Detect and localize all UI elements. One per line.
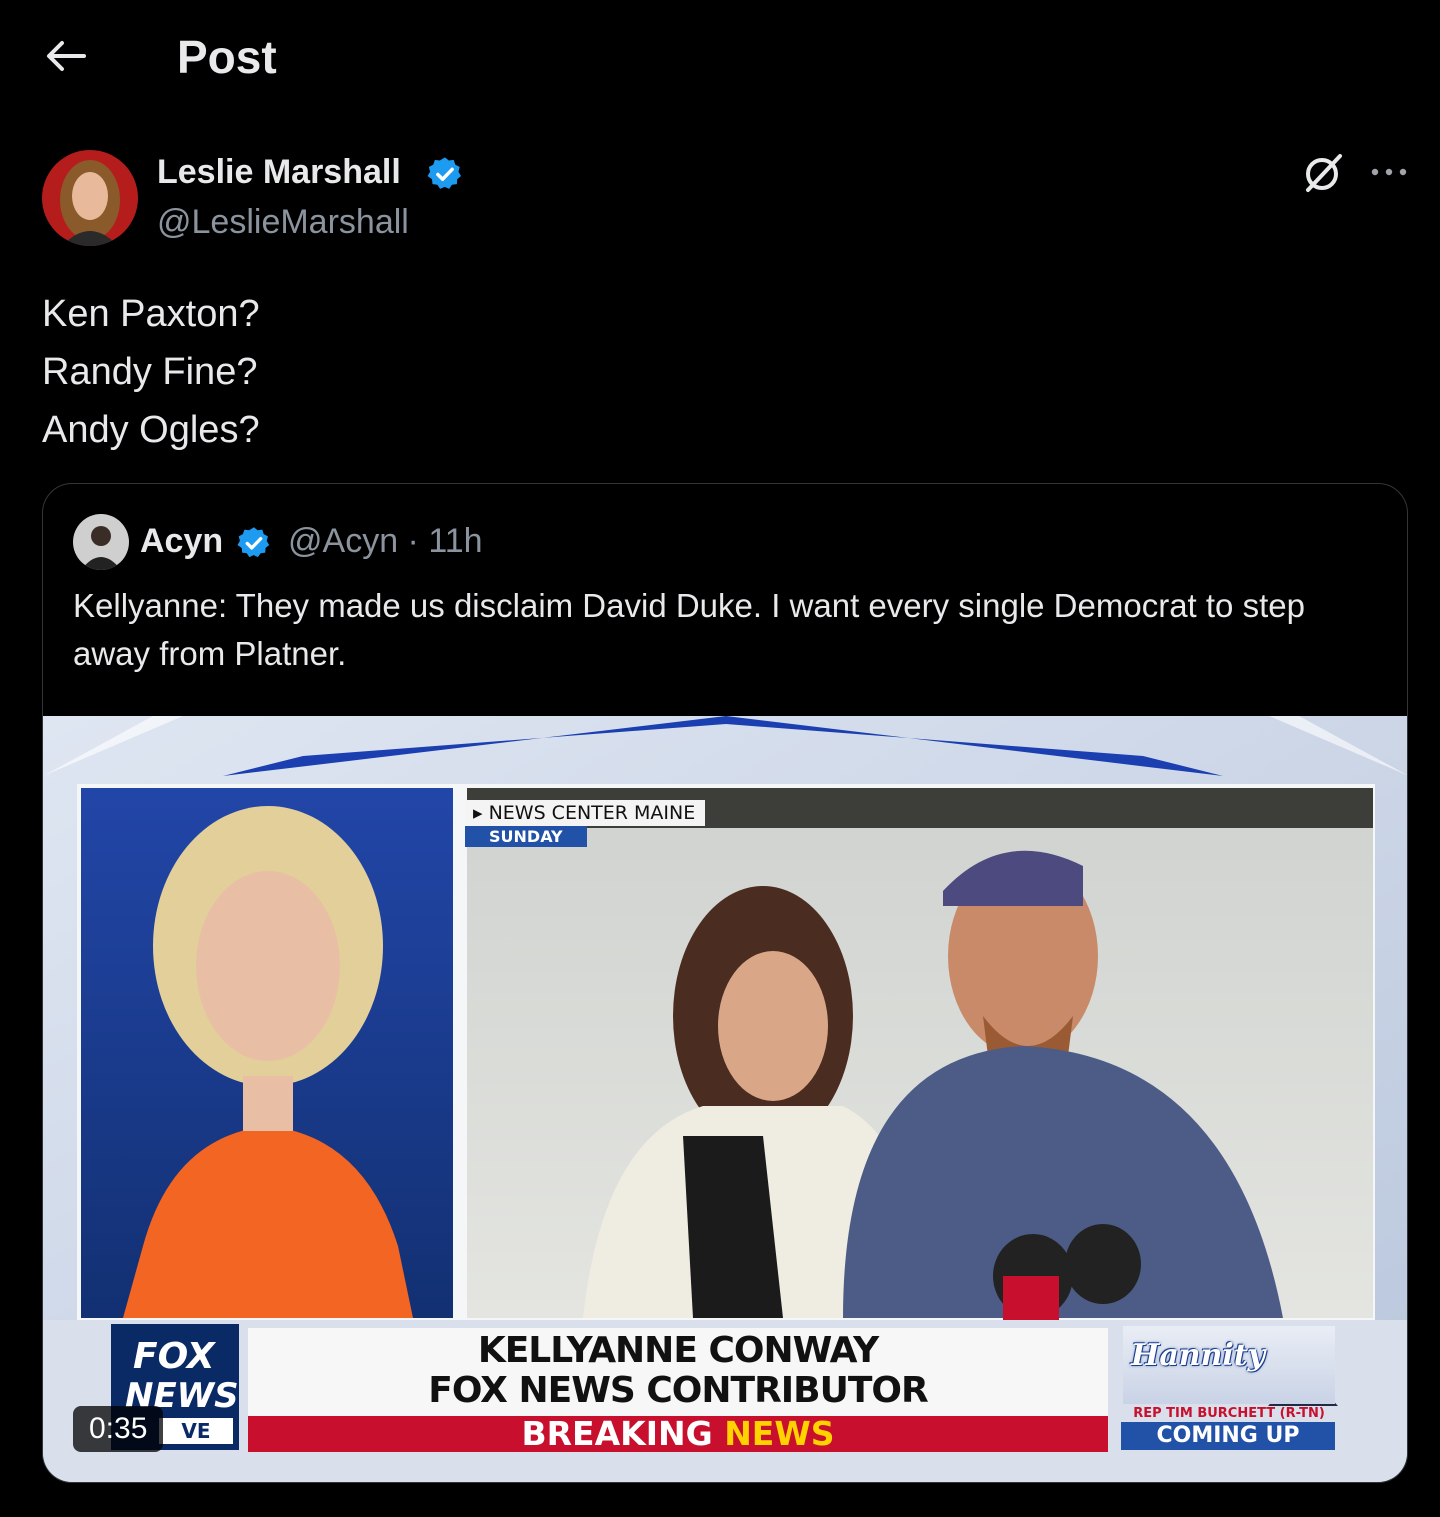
video-player[interactable]: ▸ NEWS CENTER MAINE SUNDAY FOX NEWS VE K…: [43, 716, 1407, 1482]
verified-badge-icon: [427, 157, 461, 189]
page-title: Post: [177, 31, 277, 83]
back-button[interactable]: [40, 32, 92, 80]
quoted-author-name: Acyn: [140, 522, 224, 560]
lower-third-role: FOX NEWS CONTRIBUTOR: [428, 1370, 928, 1411]
video-duration: 0:35: [73, 1406, 164, 1452]
post-line: Ken Paxton?: [42, 293, 260, 335]
breaking-news-banner: BREAKING NEWS: [248, 1416, 1108, 1452]
rep-label: REP TIM BURCHETT (R-TN): [1133, 1406, 1325, 1421]
author-name[interactable]: Leslie Marshall: [157, 153, 401, 192]
quoted-handle-time: @Acyn · 11h: [288, 522, 483, 560]
post-line: Andy Ogles?: [42, 409, 260, 451]
coming-up-label: COMING UP: [1121, 1422, 1335, 1450]
quoted-post[interactable]: Acyn @Acyn · 11h Kellyanne: They made us…: [42, 483, 1408, 1483]
more-options-button[interactable]: [1366, 150, 1412, 196]
hannity-promo: Hannity: [1123, 1326, 1335, 1404]
quoted-text: Kellyanne: They made us disclaim David D…: [73, 587, 1305, 672]
hannity-logo: Hannity: [1131, 1338, 1266, 1373]
post-line: Randy Fine?: [42, 351, 258, 393]
lower-third-name: KELLYANNE CONWAY: [477, 1330, 879, 1371]
verified-badge-icon: [237, 527, 270, 558]
avatar[interactable]: [42, 150, 138, 246]
news-center-label: ▸ NEWS CENTER MAINE: [465, 800, 706, 826]
quoted-avatar: [73, 514, 129, 570]
post-text: Ken Paxton? Randy Fine? Andy Ogles?: [42, 285, 260, 459]
arrow-left-icon: [47, 41, 86, 71]
author-handle[interactable]: @LeslieMarshall: [157, 203, 409, 242]
header: Post: [0, 0, 1440, 115]
grok-icon[interactable]: [1300, 150, 1346, 196]
news-center-sub: SUNDAY: [465, 826, 587, 847]
more-icon: [1371, 168, 1407, 176]
